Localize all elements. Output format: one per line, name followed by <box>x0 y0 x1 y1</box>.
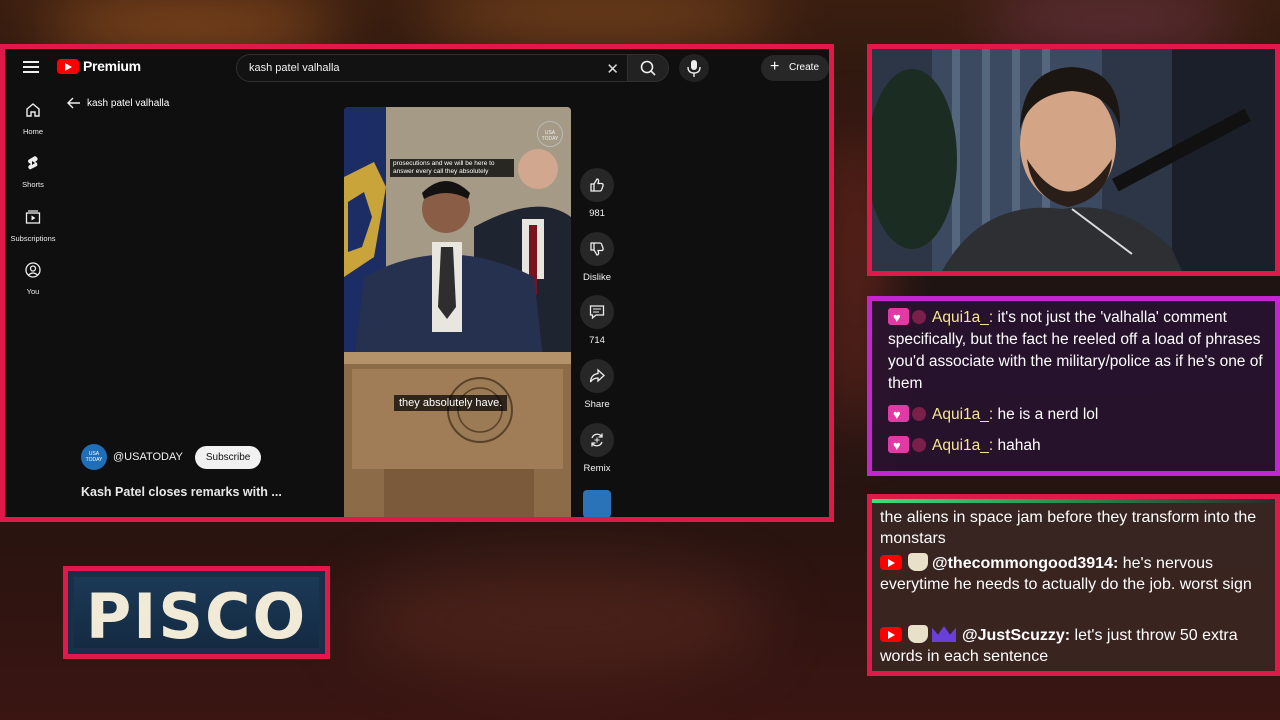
nav-you[interactable]: You <box>5 261 61 296</box>
share-button[interactable]: Share <box>577 359 617 410</box>
like-button[interactable]: 981 <box>577 168 617 219</box>
plus-icon: + <box>770 58 780 75</box>
video-caption-top: prosecutions and we will be here to answ… <box>390 159 514 177</box>
video-caption: they absolutely have. <box>394 395 508 411</box>
remix-button[interactable]: Remix <box>577 423 617 474</box>
back-button[interactable]: kash patel valhalla <box>67 97 169 109</box>
streamer-nameplate: PISCO <box>63 566 330 659</box>
comment-count: 714 <box>589 335 605 346</box>
streamer-webcam-image <box>872 49 1275 271</box>
nav-label: Shorts <box>22 180 44 189</box>
chat-message: Aqui1a_: it's not just the 'valhalla' co… <box>888 307 1278 395</box>
channel-info: USA TODAY @USATODAY Subscribe <box>81 444 262 470</box>
nav-label: You <box>26 287 40 296</box>
cup-badge-icon <box>908 553 928 571</box>
thumbs-down-icon <box>590 242 604 256</box>
voice-search-button[interactable] <box>679 54 709 82</box>
nav-label: Subscriptions <box>10 234 56 243</box>
dislike-label: Dislike <box>583 272 611 283</box>
shorts-video-player[interactable]: USA TODAY prosecutions and we will be he… <box>344 107 571 517</box>
chat-message: @JustScuzzy: let's just throw 50 extra w… <box>880 625 1275 667</box>
heart-badge-icon <box>888 307 909 329</box>
channel-avatar[interactable]: USA TODAY <box>81 444 107 470</box>
channel-thumbnail[interactable] <box>583 490 611 517</box>
crown-badge-icon <box>932 626 956 642</box>
user-badge-icon <box>912 310 926 324</box>
chat-username: Aqui1a_: <box>932 437 994 454</box>
chat-text: hahah <box>997 437 1041 454</box>
heart-badge-icon <box>888 435 909 457</box>
chat-message: Aqui1a_: hahah <box>888 435 1278 457</box>
chat-text: he is a nerd lol <box>997 406 1099 423</box>
chat-panel-bottom: the aliens in space jam before they tran… <box>867 494 1280 676</box>
shorts-icon <box>28 156 38 170</box>
nameplate-text: PISCO <box>85 580 308 653</box>
user-badge-icon <box>912 438 926 452</box>
nav-home[interactable]: Home <box>5 101 61 136</box>
nav-subscriptions[interactable]: Subscriptions <box>5 208 61 243</box>
search-input[interactable]: kash patel valhalla ✕ <box>236 54 628 82</box>
remix-label: Remix <box>583 463 611 474</box>
chat-message: Aqui1a_: he is a nerd lol <box>888 404 1278 426</box>
youtube-header: Premium kash patel valhalla ✕ + Create <box>5 49 829 87</box>
channel-handle[interactable]: @USATODAY <box>113 451 183 463</box>
user-badge-icon <box>912 407 926 421</box>
remix-icon <box>591 433 603 447</box>
background-glow <box>40 0 340 50</box>
comment-icon <box>589 305 605 320</box>
usa-today-watermark: USA TODAY <box>537 121 563 147</box>
search-icon <box>640 60 656 76</box>
share-icon <box>589 368 605 383</box>
chat-username: @thecommongood3914: <box>932 555 1119 572</box>
arrow-left-icon <box>67 97 80 109</box>
like-count: 981 <box>589 208 605 219</box>
logo-text: Premium <box>83 58 141 74</box>
comments-button[interactable]: 714 <box>577 295 617 346</box>
nav-label: Home <box>22 127 43 136</box>
mic-icon <box>687 60 701 77</box>
nav-shorts[interactable]: Shorts <box>5 154 61 189</box>
dislike-button[interactable]: Dislike <box>577 232 617 283</box>
youtube-window: Premium kash patel valhalla ✕ + Create H… <box>0 44 834 522</box>
search-button[interactable] <box>627 54 669 82</box>
home-icon <box>26 103 40 117</box>
menu-icon[interactable] <box>23 61 39 73</box>
youtube-logo[interactable]: Premium <box>57 58 141 74</box>
subscribe-button[interactable]: Subscribe <box>194 445 262 469</box>
chat-message-continued: the aliens in space jam before they tran… <box>880 509 1257 547</box>
chat-username: Aqui1a_: <box>932 309 994 326</box>
share-label: Share <box>584 399 610 410</box>
chat-panel-top: Aqui1a_: it's not just the 'valhalla' co… <box>867 296 1280 476</box>
chat-message: @thecommongood3914: he's nervous everyti… <box>880 553 1275 595</box>
create-button[interactable]: + Create <box>761 55 829 81</box>
background-glow <box>350 560 770 680</box>
clear-icon[interactable]: ✕ <box>606 60 619 78</box>
background-glow <box>420 0 780 40</box>
chat-accent-bar <box>872 499 1275 503</box>
chat-username: Aqui1a_: <box>932 406 994 423</box>
youtube-play-icon <box>57 58 79 74</box>
back-label: kash patel valhalla <box>87 97 170 109</box>
webcam-overlay <box>867 44 1280 276</box>
background-glow <box>980 0 1240 40</box>
chat-username: @JustScuzzy: <box>962 627 1071 644</box>
youtube-badge-icon <box>880 627 902 642</box>
cup-badge-icon <box>908 625 928 643</box>
heart-badge-icon <box>888 404 909 426</box>
search-query: kash patel valhalla <box>249 62 340 74</box>
subscriptions-icon <box>25 210 41 224</box>
video-title[interactable]: Kash Patel closes remarks with ... <box>81 485 282 499</box>
create-label: Create <box>789 62 820 73</box>
youtube-badge-icon <box>880 555 902 570</box>
thumbs-up-icon <box>590 178 604 192</box>
account-icon <box>25 262 41 278</box>
